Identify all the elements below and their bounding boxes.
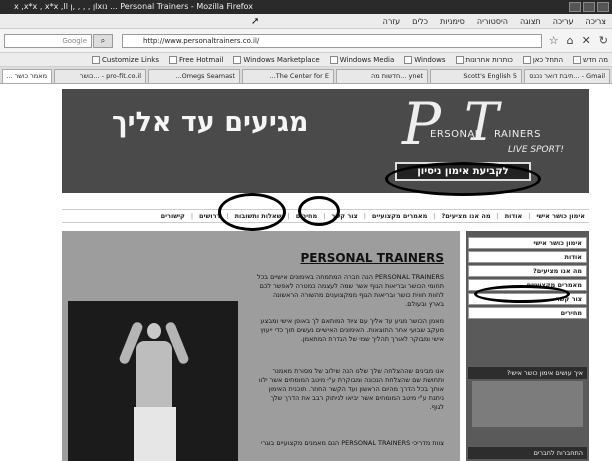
menu-view[interactable]: תצוגה [520,14,541,28]
browser-tab[interactable]: Gmail - ...תיבת דואר נכנס [524,69,610,83]
logo-letter-p: P [402,90,442,158]
topnav-item[interactable]: אודות [505,210,522,222]
star-icon[interactable]: ☆ [549,34,559,48]
content-title: PERSONAL TRAINERS [300,251,444,265]
bookmark-icon [404,56,413,64]
browser-tab-active[interactable]: מאמר כושר ... [2,69,52,83]
window-title: Personal Trainers - Mozilla Firefox [120,2,253,11]
menu-help[interactable]: עזרה [383,14,401,28]
bookmarks-toolbar: Customize Links Free Hotmail Windows Mar… [0,53,612,67]
browser-tab[interactable]: The Center for E... [242,69,334,83]
maximize-button[interactable] [583,2,595,12]
bookmark-item[interactable]: Free Hotmail [169,53,223,66]
browser-tab[interactable]: Scott's English 5 [430,69,522,83]
logo-tagline: LIVE SPORT! [508,145,564,155]
sidebar-box-title: איך עושים אימון כושר אישי? [468,367,587,379]
window-title-prefix: x ,x*x , x*x ,ll ן , , , ,ןlxנו ... [14,2,118,11]
logo-letter-t: T [464,93,499,153]
sidebar-item[interactable]: אודות [468,251,587,263]
topnav-item[interactable]: מאמרים מקצועיים [372,210,427,222]
topnav-item[interactable]: אימון כושר אישי [536,210,585,222]
site-sidebar: אימון כושר אישי אודות מה אנו מציעים? מאמ… [466,231,589,461]
menu-edit[interactable]: עריכה [553,14,574,28]
bookmark-item[interactable]: כותרות אחרונות [455,53,513,66]
url-input[interactable]: http://www.personaltrainers.co.il/ [122,34,542,48]
stop-icon[interactable]: ✕ [582,34,591,48]
bookmark-icon [233,56,242,64]
search-button[interactable]: ⌕ [93,34,113,48]
bookmark-icon [92,56,101,64]
content-paragraph: צוות מדריכי PERSONAL TRAINERS הנם מאמנים… [260,439,444,447]
banner-slogan: מגיעים עד אליך [112,107,309,138]
nav-separator: | [496,212,499,220]
bookmark-icon [573,56,582,64]
menu-tools[interactable]: כלים [412,14,428,28]
bookmark-item[interactable]: Windows Media [329,53,394,66]
nav-separator: | [363,212,366,220]
figure-head [147,323,161,339]
highlight-ellipse [385,162,541,196]
navigation-bar: Google ⌕ http://www.personaltrainers.co.… [0,29,612,53]
bookmark-icon [522,56,531,64]
content-paragraph: PERSONAL TRAINERS הנה חברה המתמחה באימונ… [257,273,444,308]
sidebar-box [472,381,583,427]
home-icon[interactable]: ⌂ [567,34,574,48]
content-paragraph: אנו מבינים שההצלחה שלך שלנו הנה שילוב של… [258,367,444,411]
browser-tab[interactable]: ynet ...חדשות מה [336,69,428,83]
bookmark-item[interactable]: Windows Marketplace [233,53,320,66]
highlight-ellipse [474,285,570,303]
sidebar-item[interactable]: אימון כושר אישי [468,237,587,249]
bookmark-item[interactable]: Customize Links [92,53,159,66]
site-container: מגיעים עד אליך P T ERSONAL RAINERS LIVE … [62,89,589,461]
sidebar-footer[interactable]: התחברות לחברים [468,447,587,459]
bookmark-item[interactable]: מה חדש [573,53,608,66]
nav-separator: | [287,212,290,220]
sidebar-item[interactable]: מחירים [468,307,587,319]
menu-history[interactable]: היסטוריה [477,14,508,28]
bookmark-icon [455,56,464,64]
topnav-item[interactable]: מה אנו מציעים? [442,210,491,222]
main-content: PERSONAL TRAINERS PERSONAL TRAINERS הנה … [62,231,460,461]
menu-bar: צריכה עריכה תצוגה היסטוריה סימניות כלים … [0,14,612,29]
bookmark-item[interactable]: Windows [404,53,446,66]
logo-word-trainers: RAINERS [494,129,541,140]
nav-separator: | [433,212,436,220]
highlight-ellipse [298,196,340,226]
reload-icon[interactable]: ↻ [599,34,608,48]
close-button[interactable] [597,2,609,12]
web-page: מגיעים עד אליך P T ERSONAL RAINERS LIVE … [0,84,612,461]
highlight-ellipse [218,193,286,231]
logo-word-personal: ERSONAL [430,129,481,140]
mouse-cursor-icon: ➚ [251,16,260,27]
bookmark-item[interactable]: התחל כאן [522,53,563,66]
browser-tab[interactable]: pro-fit.co.il - ...כושר [54,69,146,83]
minimize-button[interactable] [569,2,581,12]
bookmark-icon [169,56,177,64]
tab-strip: Gmail - ...תיבת דואר נכנס Scott's Englis… [0,67,612,84]
nav-separator: | [190,212,194,220]
window-titlebar: x ,x*x , x*x ,ll ן , , , ,ןlxנו ... Pers… [0,0,612,14]
search-input[interactable]: Google [4,34,92,48]
bookmark-icon [329,56,338,64]
menu-file[interactable]: צריכה [585,14,606,28]
nav-buttons: ☆ ⌂ ✕ ↻ [549,34,608,48]
window-controls [569,2,609,12]
figure-torso [136,341,172,411]
menu-bookmarks[interactable]: סימניות [440,14,465,28]
browser-tab[interactable]: Omegs Seamast... [148,69,240,83]
content-paragraph: מאמן הכושר מגיע עד אליך עם ציוד המותאם ל… [260,317,444,343]
trainer-photo [68,301,238,461]
sidebar-item[interactable]: מה אנו מציעים? [468,265,587,277]
topnav-item[interactable]: קישורים [161,210,185,222]
nav-separator: | [528,212,531,220]
figure-towel [134,407,176,461]
